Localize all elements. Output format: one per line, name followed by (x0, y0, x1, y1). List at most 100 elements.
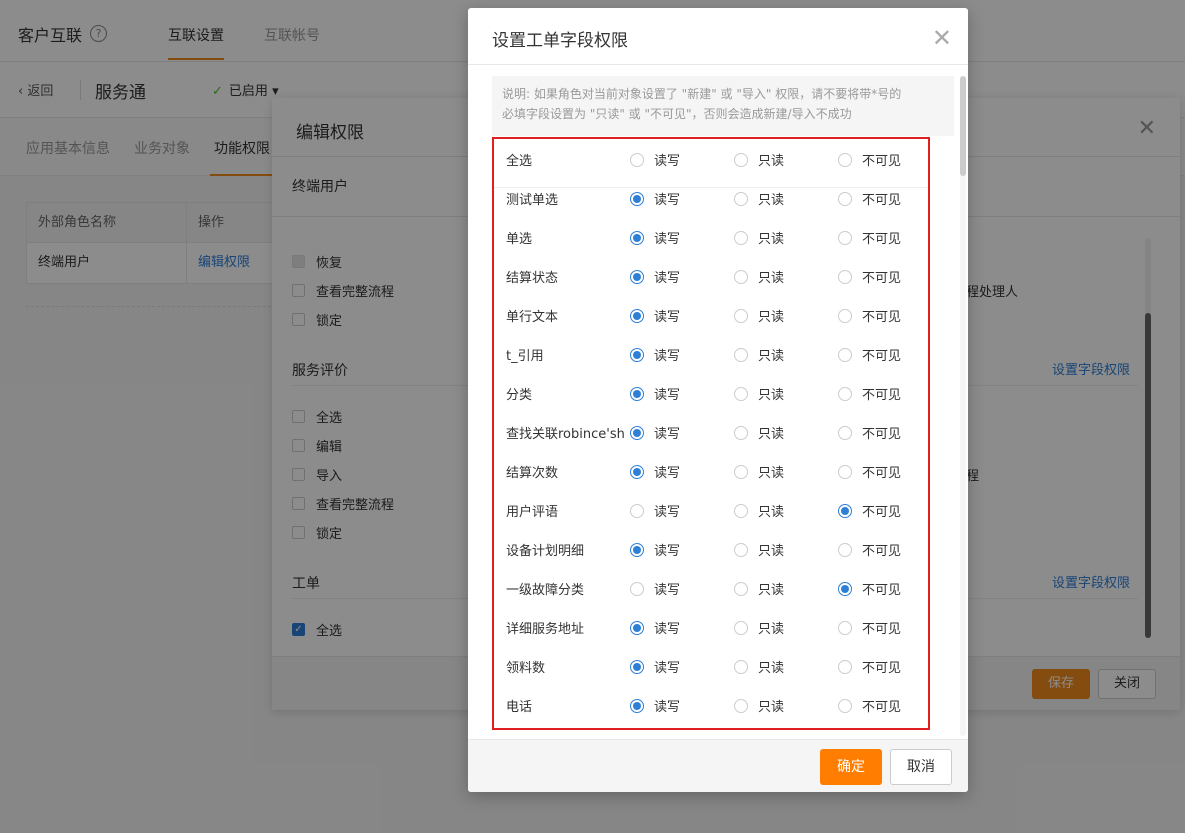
radio-read-write[interactable]: 读写 (630, 657, 680, 676)
field-label: 分类 (506, 388, 533, 403)
radio-invisible[interactable]: 不可见 (838, 228, 901, 247)
radio-button[interactable] (734, 503, 748, 518)
radio-button-selected[interactable] (630, 386, 644, 401)
modal-footer: 确定 取消 (468, 739, 968, 792)
scrollbar-thumb[interactable] (960, 76, 966, 176)
radio-button[interactable] (838, 386, 852, 401)
radio-button[interactable] (838, 620, 852, 635)
radio-button-selected[interactable] (630, 464, 644, 479)
radio-read-write[interactable]: 读写 (630, 228, 680, 247)
radio-button[interactable] (734, 308, 748, 323)
radio-button[interactable] (734, 581, 748, 596)
radio-button[interactable] (734, 698, 748, 713)
radio-read-only[interactable]: 只读 (734, 228, 784, 247)
radio-read-only[interactable]: 只读 (734, 501, 784, 520)
radio-button[interactable] (630, 581, 644, 596)
radio-read-only[interactable]: 只读 (734, 306, 784, 325)
radio-read-only[interactable]: 只读 (734, 657, 784, 676)
radio-invisible[interactable]: 不可见 (838, 384, 901, 403)
radio-button[interactable] (838, 464, 852, 479)
radio-read-write[interactable]: 读写 (630, 189, 680, 208)
radio-invisible[interactable]: 不可见 (838, 579, 901, 598)
radio-read-only[interactable]: 只读 (734, 150, 784, 169)
radio-read-write[interactable]: 读写 (630, 696, 680, 715)
radio-read-write[interactable]: 读写 (630, 345, 680, 364)
radio-button-selected[interactable] (630, 269, 644, 284)
radio-invisible[interactable]: 不可见 (838, 423, 901, 442)
radio-button[interactable] (838, 698, 852, 713)
radio-button[interactable] (734, 425, 748, 440)
radio-button[interactable] (838, 269, 852, 284)
radio-invisible[interactable]: 不可见 (838, 345, 901, 364)
radio-button[interactable] (838, 659, 852, 674)
radio-button[interactable] (838, 152, 852, 167)
radio-button[interactable] (630, 152, 644, 167)
radio-invisible[interactable]: 不可见 (838, 657, 901, 676)
radio-button-selected[interactable] (630, 698, 644, 713)
radio-button-selected[interactable] (630, 659, 644, 674)
radio-read-write[interactable]: 读写 (630, 306, 680, 325)
radio-read-only[interactable]: 只读 (734, 189, 784, 208)
radio-button[interactable] (734, 386, 748, 401)
radio-button[interactable] (630, 503, 644, 518)
field-label: 一级故障分类 (506, 583, 585, 598)
radio-read-only[interactable]: 只读 (734, 618, 784, 637)
radio-invisible[interactable]: 不可见 (838, 501, 901, 520)
radio-button[interactable] (734, 269, 748, 284)
radio-button[interactable] (734, 152, 748, 167)
radio-read-only[interactable]: 只读 (734, 579, 784, 598)
radio-button[interactable] (838, 425, 852, 440)
radio-read-write[interactable]: 读写 (630, 384, 680, 403)
radio-read-only[interactable]: 只读 (734, 423, 784, 442)
radio-button[interactable] (734, 620, 748, 635)
radio-button[interactable] (734, 464, 748, 479)
radio-read-only[interactable]: 只读 (734, 267, 784, 286)
radio-read-only[interactable]: 只读 (734, 462, 784, 481)
radio-read-write[interactable]: 读写 (630, 618, 680, 637)
radio-button[interactable] (734, 347, 748, 362)
radio-read-write[interactable]: 读写 (630, 501, 680, 520)
radio-button[interactable] (838, 347, 852, 362)
radio-invisible[interactable]: 不可见 (838, 462, 901, 481)
radio-button[interactable] (734, 659, 748, 674)
field-label: 测试单选 (506, 193, 559, 208)
radio-read-only[interactable]: 只读 (734, 345, 784, 364)
radio-read-write[interactable]: 读写 (630, 267, 680, 286)
radio-button-selected[interactable] (838, 581, 852, 596)
confirm-button[interactable]: 确定 (820, 749, 882, 785)
radio-invisible[interactable]: 不可见 (838, 306, 901, 325)
close-icon[interactable]: ✕ (932, 24, 952, 52)
radio-invisible[interactable]: 不可见 (838, 189, 901, 208)
radio-button[interactable] (734, 542, 748, 557)
radio-invisible[interactable]: 不可见 (838, 696, 901, 715)
radio-button-selected[interactable] (838, 503, 852, 518)
radio-button-selected[interactable] (630, 308, 644, 323)
radio-button[interactable] (734, 230, 748, 245)
radio-read-only[interactable]: 只读 (734, 696, 784, 715)
field-row: 单选 读写 只读 不可见 (494, 217, 928, 256)
radio-invisible[interactable]: 不可见 (838, 540, 901, 559)
radio-read-write[interactable]: 读写 (630, 423, 680, 442)
radio-button[interactable] (734, 191, 748, 206)
field-permissions-modal: 设置工单字段权限 ✕ 说明: 如果角色对当前对象设置了 "新建" 或 "导入" … (468, 8, 968, 792)
radio-read-write[interactable]: 读写 (630, 462, 680, 481)
radio-invisible[interactable]: 不可见 (838, 267, 901, 286)
cancel-button[interactable]: 取消 (890, 749, 952, 785)
radio-button-selected[interactable] (630, 425, 644, 440)
radio-button[interactable] (838, 191, 852, 206)
radio-invisible[interactable]: 不可见 (838, 618, 901, 637)
radio-button-selected[interactable] (630, 347, 644, 362)
radio-read-write[interactable]: 读写 (630, 579, 680, 598)
radio-invisible[interactable]: 不可见 (838, 150, 901, 169)
radio-read-write[interactable]: 读写 (630, 540, 680, 559)
radio-button-selected[interactable] (630, 191, 644, 206)
radio-read-write[interactable]: 读写 (630, 150, 680, 169)
radio-button[interactable] (838, 230, 852, 245)
radio-button-selected[interactable] (630, 230, 644, 245)
radio-read-only[interactable]: 只读 (734, 384, 784, 403)
radio-button-selected[interactable] (630, 620, 644, 635)
radio-read-only[interactable]: 只读 (734, 540, 784, 559)
radio-button[interactable] (838, 542, 852, 557)
radio-button-selected[interactable] (630, 542, 644, 557)
radio-button[interactable] (838, 308, 852, 323)
